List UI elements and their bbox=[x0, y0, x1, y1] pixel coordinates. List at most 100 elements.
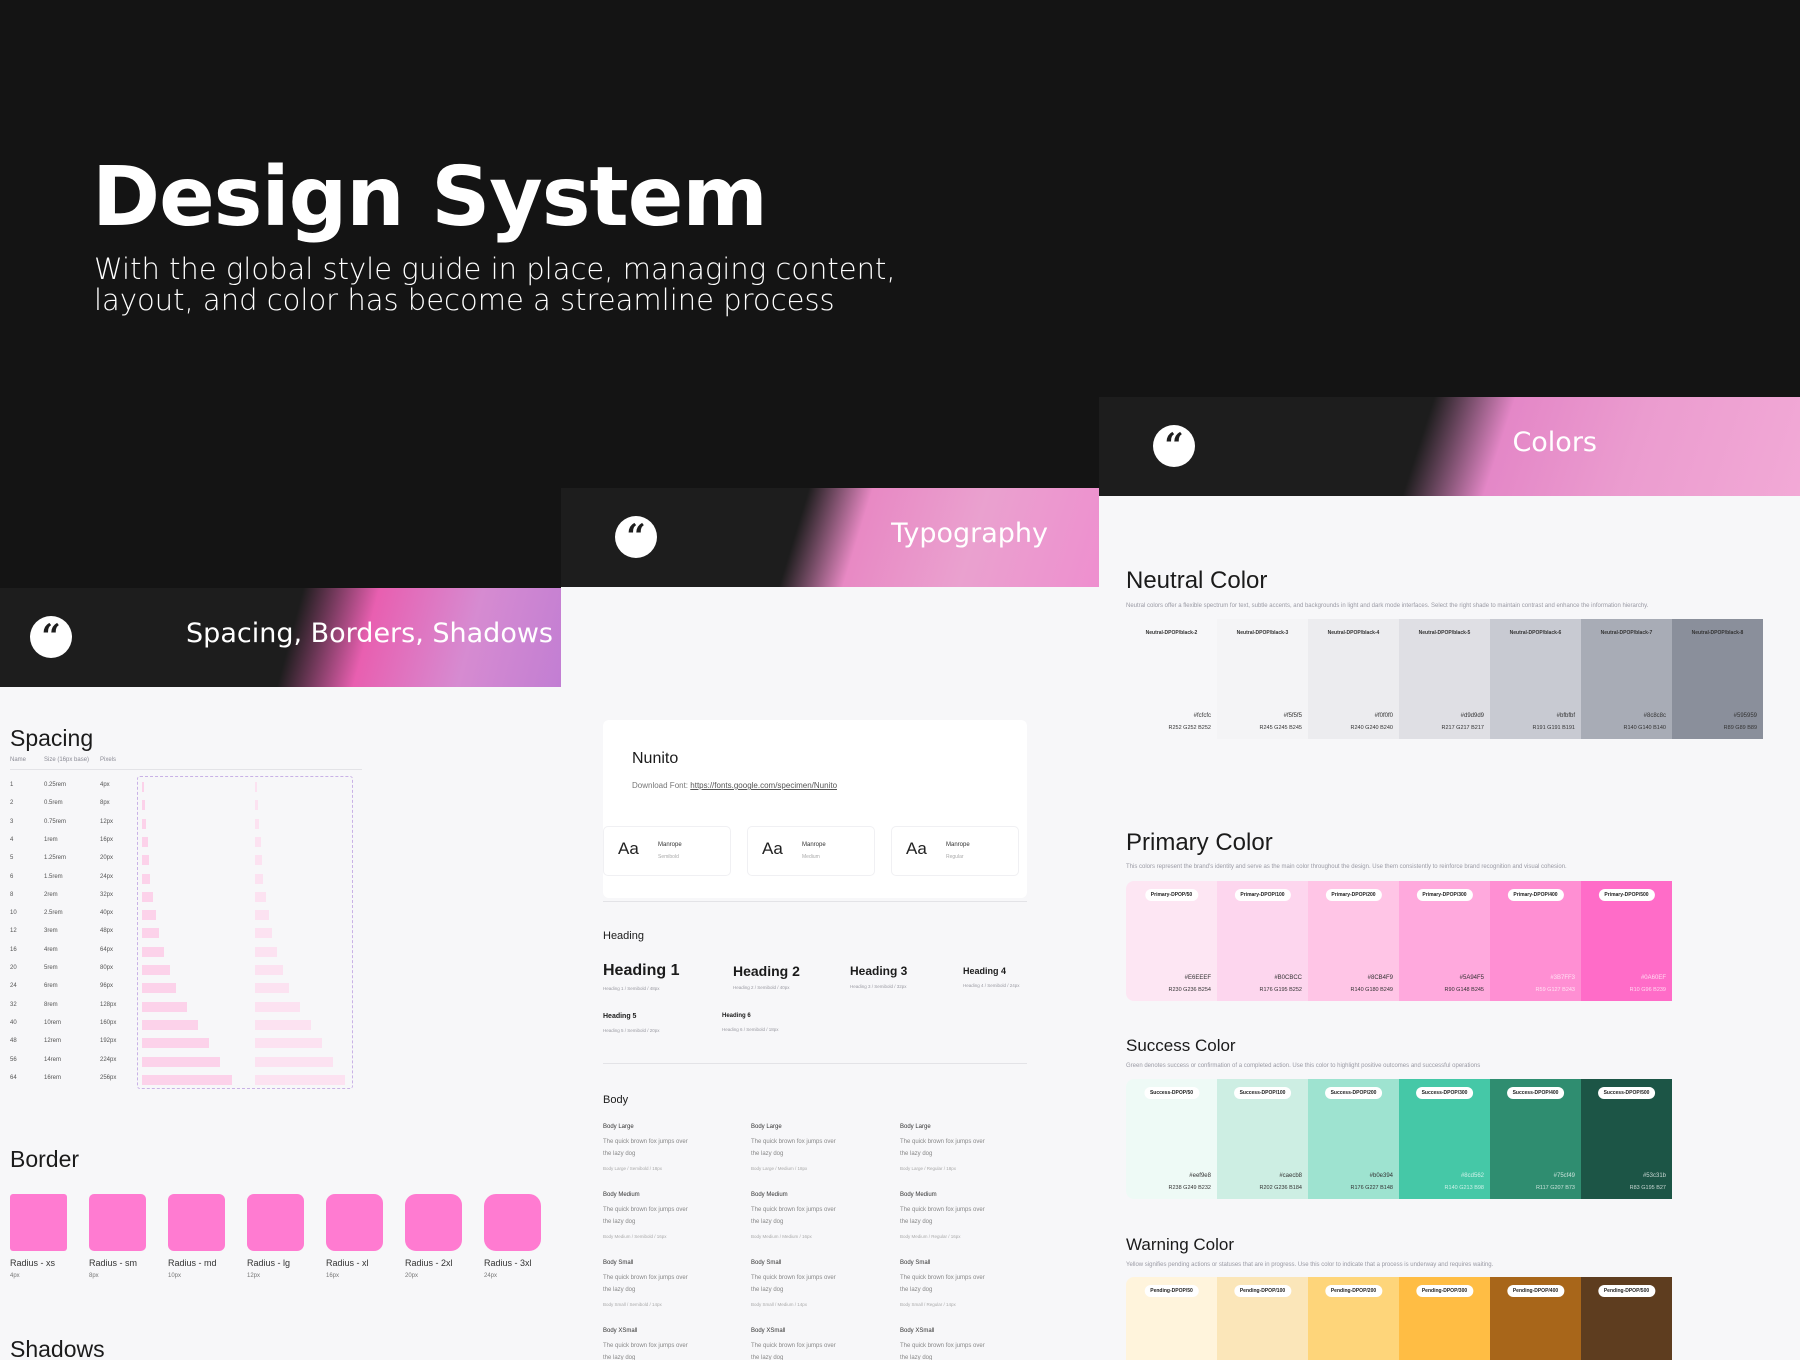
swatch-name: Neutral-DPOP/black-7 bbox=[1600, 630, 1653, 636]
typography-banner: “ Typography bbox=[561, 488, 1099, 587]
color-swatch: Pending-DPOP/50 bbox=[1126, 1277, 1217, 1360]
radius-tile bbox=[168, 1194, 225, 1251]
spacing-rem: 4rem bbox=[44, 946, 58, 953]
body-caption: Body Small / Regular / 14px bbox=[900, 1302, 956, 1307]
spacing-bar-right bbox=[255, 928, 272, 939]
swatch-name: Neutral-DPOP/black-4 bbox=[1327, 630, 1380, 636]
spacing-name: 16 bbox=[10, 946, 17, 953]
spacing-rem: 14rem bbox=[44, 1056, 62, 1063]
aa-glyph: Aa bbox=[906, 839, 927, 858]
spacing-bar-right bbox=[255, 1019, 311, 1030]
spacing-row: 5 1.25rem 20px bbox=[10, 851, 350, 869]
spacing-px: 48px bbox=[100, 928, 114, 935]
spacing-name: 3 bbox=[10, 818, 14, 825]
color-swatch: Primary-DPOP/200 #8CB4F9 R140 G180 B249 bbox=[1308, 881, 1399, 1001]
radius-value: 16px bbox=[326, 1273, 340, 1279]
swatch-hex: #bfbfbf bbox=[1556, 713, 1575, 719]
spacing-rem: 1rem bbox=[44, 836, 58, 843]
heading-caption: Heading 4 / Semibold / 24px bbox=[963, 983, 1020, 988]
swatch-hex: #5A94F5 bbox=[1459, 975, 1484, 981]
swatch-name: Primary-DPOP/400 bbox=[1507, 889, 1564, 901]
download-row: Download Font: https://fonts.google.com/… bbox=[632, 781, 837, 790]
quote-icon: “ bbox=[1153, 425, 1195, 467]
swatch-rgb: R217 G217 B217 bbox=[1441, 725, 1484, 731]
warning-swatches: Pending-DPOP/50 Pending-DPOP/100 Pending-D… bbox=[1126, 1277, 1723, 1360]
spacing-bar-right bbox=[255, 800, 258, 811]
swatch-rgb: R90 G148 B245 bbox=[1444, 987, 1484, 993]
body-label: Body Medium bbox=[603, 1192, 640, 1198]
spacing-row: 10 2.5rem 40px bbox=[10, 906, 350, 924]
spacing-name: 2 bbox=[10, 800, 14, 807]
spacing-bar-left bbox=[142, 1038, 210, 1049]
font-name: Nunito bbox=[632, 750, 679, 767]
primary-swatches: Primary-DPOP/50 #E6EEEF R230 G236 B254 Prim… bbox=[1126, 881, 1723, 1001]
color-swatch: Primary-DPOP/100 #B0CBCC R176 G195 B252 bbox=[1217, 881, 1308, 1001]
heading-sample: Heading 4 bbox=[963, 966, 1007, 976]
spacing-row: 12 3rem 48px bbox=[10, 924, 350, 942]
font-family-name: Manrope bbox=[802, 842, 826, 848]
spacing-bar-right bbox=[255, 873, 264, 884]
heading-caption: Heading 3 / Semibold / 32px bbox=[850, 984, 907, 989]
body-sample: The quick brown fox jumps over the lazy … bbox=[751, 1139, 836, 1157]
heading-caption: Heading 6 / Semibold / 18px bbox=[722, 1027, 779, 1032]
body-label: Body Large bbox=[751, 1124, 782, 1130]
radius-tile bbox=[247, 1194, 304, 1251]
body-sample: The quick brown fox jumps over the lazy … bbox=[603, 1139, 688, 1157]
color-swatch: Success-DPOP/100 #caecb8 R202 G236 B184 bbox=[1217, 1079, 1308, 1199]
neutral-desc: Neutral colors offer a flexible spectrum… bbox=[1126, 603, 1649, 609]
download-link[interactable]: https://fonts.google.com/specimen/Nunito bbox=[690, 781, 837, 790]
swatch-rgb: R252 G252 B252 bbox=[1168, 725, 1211, 731]
color-swatch: Neutral-DPOP/black-3 #f5f5f5 R245 G245 B24… bbox=[1217, 619, 1308, 739]
color-swatch: Success-DPOP/200 #b0e394 R176 G227 B148 bbox=[1308, 1079, 1399, 1199]
color-swatch: Primary-DPOP/400 #3B7FF3 R59 G127 B243 bbox=[1490, 881, 1581, 1001]
heading-sample: Heading 3 bbox=[850, 964, 908, 978]
body-sample: The quick brown fox jumps over the lazy … bbox=[751, 1343, 836, 1360]
spacing-bar-right bbox=[255, 1038, 323, 1049]
swatch-hex: #fcfcfc bbox=[1193, 713, 1211, 719]
spacing-px: 80px bbox=[100, 965, 114, 971]
body-caption: Body Medium / Medium / 16px bbox=[751, 1234, 812, 1239]
spacing-row: 8 2rem 32px bbox=[10, 888, 350, 906]
neutral-title: Neutral Color bbox=[1126, 567, 1268, 594]
body-label: Body XSmall bbox=[900, 1328, 935, 1334]
radius-value: 4px bbox=[10, 1273, 20, 1279]
swatch-hex: #3B7FF3 bbox=[1550, 975, 1575, 981]
spacing-px: 128px bbox=[100, 1001, 117, 1008]
swatch-name: Neutral-DPOP/black-8 bbox=[1691, 630, 1744, 636]
spacing-name: 48 bbox=[10, 1038, 17, 1045]
spacing-px: 64px bbox=[100, 946, 114, 953]
swatch-hex: #8CB4F9 bbox=[1367, 975, 1393, 981]
body-section-title: Body bbox=[603, 1094, 629, 1106]
spacing-rem: 2rem bbox=[44, 891, 58, 898]
spacing-px: 20px bbox=[100, 855, 114, 862]
spacing-name: 6 bbox=[10, 873, 14, 880]
spacing-bar-left bbox=[142, 946, 165, 957]
spacing-bar-left bbox=[142, 855, 149, 866]
swatch-name: Primary-DPOP/50 bbox=[1144, 889, 1199, 901]
spacing-rem: 2.5rem bbox=[44, 910, 63, 917]
swatch-hex: #0A60EF bbox=[1640, 975, 1666, 981]
spacing-name: 24 bbox=[10, 983, 17, 990]
spacing-px: 16px bbox=[100, 836, 114, 843]
spacing-bar-left bbox=[142, 818, 147, 829]
spacing-bar-left bbox=[142, 1001, 187, 1012]
spacing-row: 16 4rem 64px bbox=[10, 943, 350, 961]
swatch-name: Success-DPOP/500 bbox=[1597, 1087, 1656, 1099]
body-caption: Body Medium / Semibold / 16px bbox=[603, 1234, 667, 1239]
color-swatch: Success-DPOP/300 #8cd562 R140 G213 B98 bbox=[1399, 1079, 1490, 1199]
swatch-hex: #E6EEEF bbox=[1184, 975, 1211, 981]
spacing-name: 12 bbox=[10, 928, 17, 935]
body-caption: Body Medium / Regular / 16px bbox=[900, 1234, 961, 1239]
warning-desc: Yellow signifies pending actions or stat… bbox=[1126, 1262, 1494, 1268]
body-label: Body Medium bbox=[900, 1192, 937, 1198]
col-pixels: Pixels bbox=[100, 757, 117, 763]
body-sample: The quick brown fox jumps over the lazy … bbox=[751, 1207, 836, 1225]
spacing-px: 192px bbox=[100, 1038, 117, 1045]
swatch-name: Neutral-DPOP/black-5 bbox=[1418, 630, 1471, 636]
swatch-rgb: R10 G96 B239 bbox=[1629, 987, 1666, 993]
radius-label: Radius - sm bbox=[89, 1258, 138, 1268]
swatch-rgb: R245 G245 B245 bbox=[1259, 725, 1302, 731]
radius-label: Radius - lg bbox=[247, 1258, 291, 1268]
swatch-name: Pending-DPOP/300 bbox=[1415, 1285, 1474, 1297]
spacing-bar-right bbox=[255, 946, 278, 957]
